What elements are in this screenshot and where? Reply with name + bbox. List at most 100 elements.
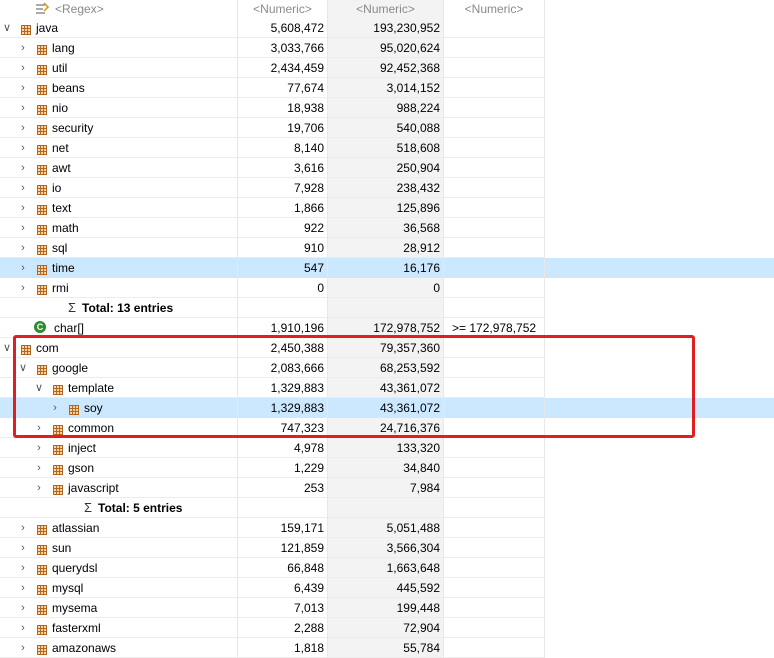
row-label: sql xyxy=(52,241,68,255)
tree-row[interactable]: › net 8,140 518,608 xyxy=(0,138,774,158)
shallow-heap-value: 253 xyxy=(238,478,328,498)
tree-row[interactable]: › beans 77,674 3,014,152 xyxy=(0,78,774,98)
collapsed-chevron-icon[interactable]: › xyxy=(18,558,28,577)
row-label: Total: 5 entries xyxy=(98,501,183,515)
shallow-heap-filter[interactable]: <Numeric> xyxy=(238,0,328,18)
tree-row[interactable]: › time 547 16,176 xyxy=(0,258,774,278)
collapsed-chevron-icon[interactable]: › xyxy=(18,618,28,637)
shallow-heap-value: 6,439 xyxy=(238,578,328,598)
tree-row[interactable]: › sun 121,859 3,566,304 xyxy=(0,538,774,558)
name-cell: › mysql xyxy=(0,578,238,598)
collapsed-chevron-icon[interactable]: › xyxy=(34,418,44,437)
expanded-chevron-icon[interactable]: ∨ xyxy=(34,378,44,397)
collapsed-chevron-icon[interactable]: › xyxy=(18,278,28,297)
tree-row[interactable]: › math 922 36,568 xyxy=(0,218,774,238)
row-label: soy xyxy=(84,401,103,415)
row-label: sun xyxy=(52,541,72,555)
collapsed-chevron-icon[interactable]: › xyxy=(18,198,28,217)
package-icon xyxy=(36,122,48,135)
tree-row[interactable]: › util 2,434,459 92,452,368 xyxy=(0,58,774,78)
extra-value xyxy=(444,438,545,458)
tree-row[interactable]: › atlassian 159,171 5,051,488 xyxy=(0,518,774,538)
shallow-heap-value: 2,083,666 xyxy=(238,358,328,378)
package-icon xyxy=(36,602,48,615)
tree-row[interactable]: ∨ java 5,608,472 193,230,952 xyxy=(0,18,774,38)
tree-row[interactable]: › amazonaws 1,818 55,784 xyxy=(0,638,774,658)
name-cell: › io xyxy=(0,178,238,198)
extra-value xyxy=(444,238,545,258)
name-filter-cell[interactable]: <Regex> xyxy=(0,0,238,18)
collapsed-chevron-icon[interactable]: › xyxy=(18,158,28,177)
tree-row[interactable]: › lang 3,033,766 95,020,624 xyxy=(0,38,774,58)
name-filter-input[interactable]: <Regex> xyxy=(55,0,104,18)
collapsed-chevron-icon[interactable]: › xyxy=(18,38,28,57)
retained-heap-value: 68,253,592 xyxy=(328,358,444,378)
total-row[interactable]: Σ Total: 13 entries xyxy=(0,298,774,318)
tree-row[interactable]: ∨ google 2,083,666 68,253,592 xyxy=(0,358,774,378)
retained-heap-value: 92,452,368 xyxy=(328,58,444,78)
collapsed-chevron-icon[interactable]: › xyxy=(18,638,28,657)
row-label: amazonaws xyxy=(52,641,117,655)
collapsed-chevron-icon[interactable]: › xyxy=(18,58,28,77)
collapsed-chevron-icon[interactable]: › xyxy=(18,518,28,537)
retained-heap-value: 540,088 xyxy=(328,118,444,138)
collapsed-chevron-icon[interactable]: › xyxy=(18,118,28,137)
collapsed-chevron-icon[interactable]: › xyxy=(18,178,28,197)
tree-row[interactable]: › gson 1,229 34,840 xyxy=(0,458,774,478)
tree-row[interactable]: › text 1,866 125,896 xyxy=(0,198,774,218)
collapsed-chevron-icon[interactable]: › xyxy=(18,598,28,617)
collapsed-chevron-icon[interactable]: › xyxy=(18,98,28,117)
collapsed-chevron-icon[interactable]: › xyxy=(50,398,60,418)
tree-row[interactable]: › soy 1,329,883 43,361,072 xyxy=(0,398,774,418)
collapsed-chevron-icon[interactable]: › xyxy=(34,458,44,477)
collapsed-chevron-icon[interactable]: › xyxy=(18,258,28,278)
tree-row[interactable]: › mysema 7,013 199,448 xyxy=(0,598,774,618)
total-row[interactable]: Σ Total: 5 entries xyxy=(0,498,774,518)
collapsed-chevron-icon[interactable]: › xyxy=(18,238,28,257)
tree-row[interactable]: › sql 910 28,912 xyxy=(0,238,774,258)
row-label: atlassian xyxy=(52,521,100,535)
collapsed-chevron-icon[interactable]: › xyxy=(18,78,28,97)
retained-heap-value: 24,716,376 xyxy=(328,418,444,438)
extra-value xyxy=(444,578,545,598)
row-label: text xyxy=(52,201,72,215)
tree-row[interactable]: › common 747,323 24,716,376 xyxy=(0,418,774,438)
package-icon xyxy=(36,162,48,175)
shallow-heap-value: 0 xyxy=(238,278,328,298)
extra-filter[interactable]: <Numeric> xyxy=(444,0,545,18)
tree-row[interactable]: › querydsl 66,848 1,663,648 xyxy=(0,558,774,578)
collapsed-chevron-icon[interactable]: › xyxy=(34,438,44,457)
sigma-icon: Σ xyxy=(68,300,77,315)
name-cell: › amazonaws xyxy=(0,638,238,658)
expanded-chevron-icon[interactable]: ∨ xyxy=(2,18,12,37)
tree-row[interactable]: › io 7,928 238,432 xyxy=(0,178,774,198)
collapsed-chevron-icon[interactable]: › xyxy=(34,478,44,497)
name-cell: › mysema xyxy=(0,598,238,618)
tree-row[interactable]: › fasterxml 2,288 72,904 xyxy=(0,618,774,638)
tree-row[interactable]: › inject 4,978 133,320 xyxy=(0,438,774,458)
name-cell: ∨ template xyxy=(0,378,238,398)
shallow-heap-value xyxy=(238,498,328,518)
row-label: lang xyxy=(52,41,75,55)
collapsed-chevron-icon[interactable]: › xyxy=(18,218,28,237)
tree-row[interactable]: › awt 3,616 250,904 xyxy=(0,158,774,178)
retained-heap-filter[interactable]: <Numeric> xyxy=(328,0,444,18)
tree-row[interactable]: ∨ com 2,450,388 79,357,360 xyxy=(0,338,774,358)
tree-row[interactable]: › javascript 253 7,984 xyxy=(0,478,774,498)
tree-row[interactable]: › security 19,706 540,088 xyxy=(0,118,774,138)
tree-row[interactable]: ∨ template 1,329,883 43,361,072 xyxy=(0,378,774,398)
collapsed-chevron-icon[interactable]: › xyxy=(18,578,28,597)
tree-row[interactable]: › mysql 6,439 445,592 xyxy=(0,578,774,598)
tree-row[interactable]: › nio 18,938 988,224 xyxy=(0,98,774,118)
collapsed-chevron-icon[interactable]: › xyxy=(18,138,28,157)
package-icon xyxy=(36,182,48,195)
collapsed-chevron-icon[interactable]: › xyxy=(18,538,28,557)
package-icon xyxy=(52,442,64,455)
retained-heap-value xyxy=(328,498,444,518)
tree-row[interactable]: Cchar[] 1,910,196 172,978,752 >= 172,978,75… xyxy=(0,318,774,338)
sigma-icon: Σ xyxy=(84,500,93,515)
tree-row[interactable]: › rmi 0 0 xyxy=(0,278,774,298)
expanded-chevron-icon[interactable]: ∨ xyxy=(18,358,28,377)
row-label: mysql xyxy=(52,581,84,595)
expanded-chevron-icon[interactable]: ∨ xyxy=(2,338,12,357)
